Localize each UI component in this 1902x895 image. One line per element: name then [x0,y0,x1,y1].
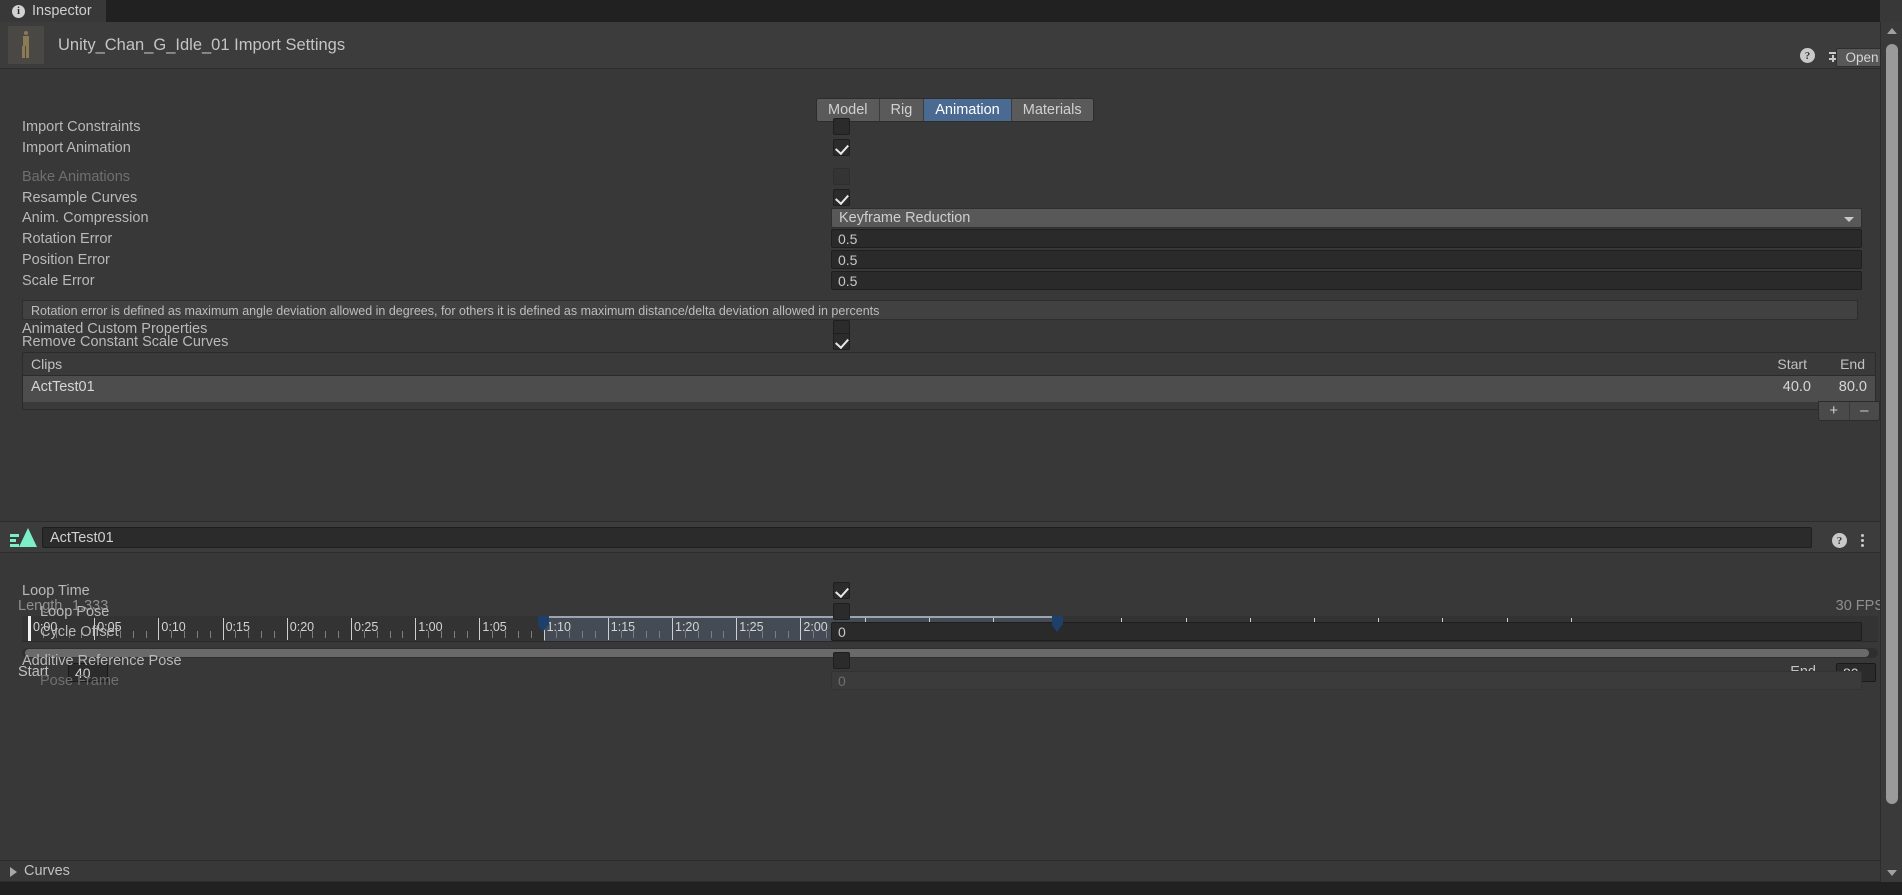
remove-constant-scale-curves-checkbox[interactable] [833,333,850,350]
row-anim-compression: Anim. Compression Keyframe Reduction [0,208,1880,229]
anim-compression-label: Anim. Compression [22,210,149,226]
row-import-constraints: Import Constraints [0,117,1880,138]
loop-time-checkbox[interactable] [833,582,850,599]
table-row[interactable]: ActTest01 40.0 80.0 [23,376,1875,402]
scroll-down-icon[interactable] [1887,870,1897,876]
window-corner [1880,0,1902,22]
import-constraints-label: Import Constraints [22,119,141,135]
row-remove-constant-scale-curves: Remove Constant Scale Curves [0,332,1880,353]
cycle-offset-label: Cycle Offset [40,624,119,640]
scale-error-input[interactable]: 0.5 [831,271,1862,290]
row-pose-frame: Pose Frame 0 [0,671,1880,692]
cycle-offset-input[interactable]: 0 [831,622,1862,641]
import-animation-checkbox[interactable] [833,139,850,156]
additive-reference-pose-checkbox[interactable] [833,652,850,669]
vertical-scrollbar-thumb[interactable] [1886,44,1898,804]
position-error-input[interactable]: 0.5 [831,250,1862,269]
import-constraints-checkbox[interactable] [833,118,850,135]
loop-pose-label: Loop Pose [40,604,110,620]
anim-compression-value: Keyframe Reduction [839,210,971,226]
vertical-scrollbar[interactable] [1880,22,1902,882]
clip-row-start: 40.0 [1782,379,1811,395]
clip-bar-icon-group: ? [1832,533,1864,548]
help-icon[interactable]: ? [1800,48,1815,63]
resample-curves-checkbox[interactable] [833,189,850,206]
clips-table-header: Clips Start End [23,353,1875,376]
chevron-right-icon [10,867,17,877]
row-animated-custom-properties: Animated Custom Properties [0,311,1880,337]
anim-compression-dropdown[interactable]: Keyframe Reduction [831,208,1862,228]
curves-foldout[interactable]: Curves [0,860,1880,882]
window-footer [0,882,1902,895]
row-resample-curves: Resample Curves [0,188,1880,209]
animation-clip-icon [10,528,38,548]
clip-name-bar: ActTest01 ? [0,521,1880,553]
row-bake-animations: Bake Animations [0,167,1880,188]
help-icon[interactable]: ? [1832,533,1847,548]
rotation-error-input[interactable]: 0.5 [831,229,1862,248]
range-start-handle[interactable] [537,616,549,632]
resample-curves-label: Resample Curves [22,190,138,206]
tab-inspector[interactable]: i Inspector [0,0,106,22]
clips-add-remove-group: + – [1818,401,1880,421]
add-clip-button[interactable]: + [1819,402,1850,420]
page-title: Unity_Chan_G_Idle_01 Import Settings [58,36,346,54]
row-rotation-error: Rotation Error 0.5 [0,229,1880,250]
pose-frame-input: 0 [831,671,1862,690]
row-loop-pose: Loop Pose [0,602,1880,623]
additive-reference-pose-label: Additive Reference Pose [22,653,182,669]
remove-clip-button[interactable]: – [1850,402,1880,420]
info-icon: i [12,4,25,18]
loop-time-label: Loop Time [22,583,90,599]
import-animation-label: Import Animation [22,140,131,156]
clip-row-name: ActTest01 [31,379,95,395]
kebab-menu-icon[interactable] [1860,534,1864,547]
bake-animations-checkbox [833,168,850,185]
bake-animations-label: Bake Animations [22,169,131,185]
window-tabbar: i Inspector [0,0,1902,22]
rotation-error-label: Rotation Error [22,231,113,247]
clips-col-name: Clips [31,356,63,372]
clip-name-input[interactable]: ActTest01 [42,527,1812,548]
row-loop-time: Loop Time [0,581,1880,602]
loop-pose-checkbox[interactable] [833,603,850,620]
chevron-down-icon [1844,217,1854,222]
row-additive-reference-pose: Additive Reference Pose [0,651,1880,672]
row-import-animation: Import Animation [0,138,1880,159]
clip-row-end: 80.0 [1838,379,1867,395]
row-cycle-offset: Cycle Offset 0 [0,622,1880,643]
inspector-window: i Inspector Unity_Chan_G_Idle_01 Import … [0,0,1902,895]
row-scale-error: Scale Error 0.5 [0,271,1880,292]
row-position-error: Position Error 0.5 [0,250,1880,271]
clips-col-end: End [1840,356,1865,372]
scroll-up-icon[interactable] [1887,28,1897,34]
clips-col-start: Start [1777,356,1807,372]
asset-thumbnail[interactable] [8,26,44,64]
inspector-header: Unity_Chan_G_Idle_01 Import Settings ? [0,22,1880,69]
pose-frame-label: Pose Frame [40,673,119,689]
remove-constant-scale-curves-label: Remove Constant Scale Curves [22,334,229,350]
position-error-label: Position Error [22,252,110,268]
tab-inspector-label: Inspector [32,3,92,19]
character-preview-icon [21,31,30,59]
curves-label: Curves [24,863,70,879]
clips-table: Clips Start End ActTest01 40.0 80.0 [22,352,1876,410]
scale-error-label: Scale Error [22,273,95,289]
range-end-handle[interactable] [1052,616,1064,632]
